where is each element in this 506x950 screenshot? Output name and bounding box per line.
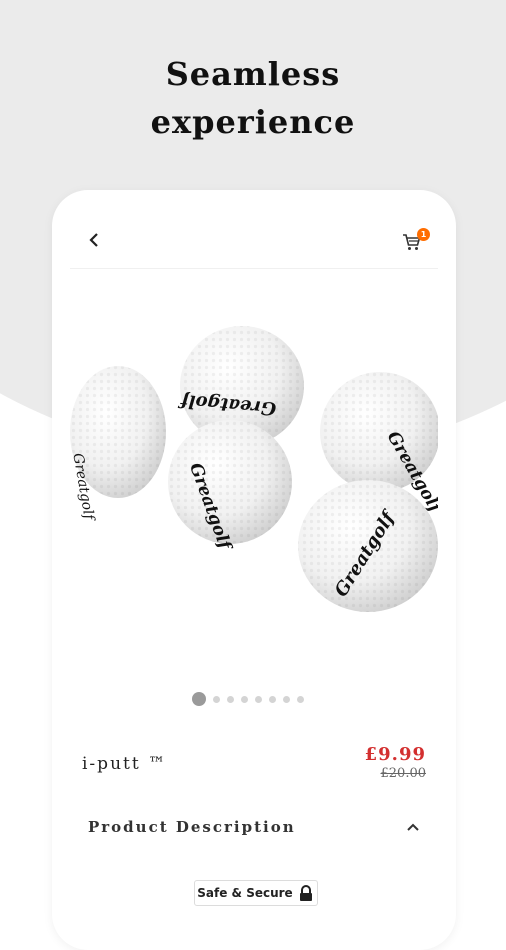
carousel-dot[interactable] — [227, 695, 234, 703]
price-current: £9.99 — [364, 744, 426, 765]
golf-ball: Greatgolf — [298, 480, 438, 612]
top-bar: 1 — [70, 212, 438, 269]
carousel-dot[interactable] — [255, 695, 262, 703]
carousel-dot[interactable] — [192, 692, 206, 706]
cart-count-badge: 1 — [417, 228, 430, 241]
safe-secure-badge: Safe & Secure — [194, 880, 318, 906]
chevron-up-icon[interactable] — [406, 822, 420, 832]
product-description-label: Product Description — [88, 818, 296, 836]
product-image[interactable]: Greatgolf Greatgolf Greatgolf Greatgolf … — [70, 308, 438, 628]
headline-line-2: experience — [150, 103, 356, 141]
carousel-dot[interactable] — [283, 695, 290, 703]
carousel-dot[interactable] — [269, 695, 276, 703]
product-name: i-putt ™ — [82, 754, 168, 774]
chevron-left-icon[interactable] — [84, 228, 104, 252]
carousel-dot[interactable] — [297, 695, 304, 703]
product-description-toggle[interactable]: Product Description — [88, 816, 420, 840]
carousel-dot[interactable] — [213, 695, 220, 703]
price-block: £9.99 £20.00 — [365, 744, 426, 782]
price-original: £20.00 — [380, 766, 427, 781]
phone-frame: 1 Greatgolf Greatgolf Greatgolf Greatgol… — [52, 190, 456, 950]
carousel-dots — [192, 692, 304, 706]
golf-ball: Greatgolf — [168, 420, 292, 554]
headline-line-1: Seamless — [165, 55, 341, 93]
golf-ball: Greatgolf — [70, 366, 166, 524]
headline: Seamless experience — [0, 50, 506, 146]
lock-icon — [299, 885, 312, 901]
safe-secure-label: Safe & Secure — [197, 886, 293, 900]
carousel-dot[interactable] — [241, 695, 248, 703]
